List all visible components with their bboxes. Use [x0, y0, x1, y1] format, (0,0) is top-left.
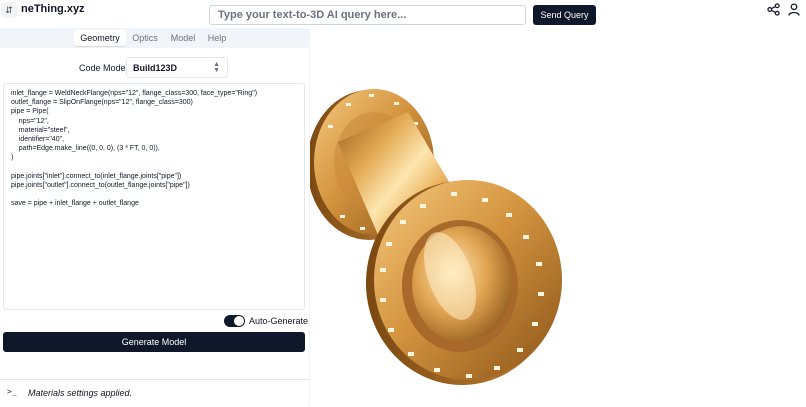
chevron-updown-icon[interactable]: ⇵	[1, 2, 17, 18]
query-input[interactable]	[209, 5, 526, 25]
code-line: nps="12",	[11, 117, 49, 125]
tab-model[interactable]: Model	[166, 30, 200, 46]
auto-generate-toggle[interactable]	[224, 315, 245, 327]
code-editor[interactable]: inlet_flange = WeldNeckFlange(nps="12", …	[3, 83, 305, 310]
tab-geometry[interactable]: Geometry	[74, 30, 126, 46]
code-line: path=Edge.make_line((0, 0, 0), (3 * FT, …	[11, 145, 160, 153]
terminal-icon: >_	[7, 387, 17, 396]
code-mode-select[interactable]: Build123D ▲ ▼	[126, 57, 228, 78]
auto-generate-label: Auto-Generate	[249, 316, 309, 326]
send-query-button[interactable]: Send Query	[533, 5, 596, 25]
code-line: )	[11, 154, 14, 162]
chevron-updown-icon: ▲ ▼	[213, 61, 220, 74]
code-line: outlet_flange = SlipOnFlange(nps="12", f…	[11, 99, 193, 107]
outlet-flange	[366, 180, 562, 385]
code-line: save = pipe + inlet_flange + outlet_flan…	[11, 200, 139, 208]
3d-model-viewer[interactable]	[310, 30, 806, 406]
code-line: pipe.joints["outlet"].connect_to(outlet_…	[11, 182, 190, 190]
tab-help[interactable]: Help	[202, 30, 232, 46]
toggle-knob	[234, 316, 244, 326]
top-bar: ⇵ neThing.xyz Send Query	[0, 0, 806, 30]
tab-optics[interactable]: Optics	[128, 30, 162, 46]
code-line: material="steel",	[11, 126, 70, 134]
share-icon[interactable]	[767, 3, 780, 16]
code-line: pipe.joints["inlet"].connect_to(inlet_fl…	[11, 172, 182, 180]
user-icon[interactable]	[788, 3, 800, 16]
code-line: inlet_flange = WeldNeckFlange(nps="12", …	[11, 90, 258, 97]
code-line: ​	[11, 190, 297, 199]
code-line: ​	[11, 163, 297, 172]
app-title: neThing.xyz	[21, 3, 85, 15]
code-line: identifier="40",	[11, 136, 65, 144]
code-line: pipe = Pipe(	[11, 108, 49, 116]
console-panel: >_ Materials settings applied.	[0, 379, 309, 407]
code-mode-value: Build123D	[133, 63, 178, 73]
tab-bar: Geometry Optics Model Help	[0, 28, 309, 48]
console-message: Materials settings applied.	[28, 388, 133, 398]
code-mode-label: Code Mode:	[79, 63, 129, 73]
generate-model-button[interactable]: Generate Model	[3, 332, 305, 352]
